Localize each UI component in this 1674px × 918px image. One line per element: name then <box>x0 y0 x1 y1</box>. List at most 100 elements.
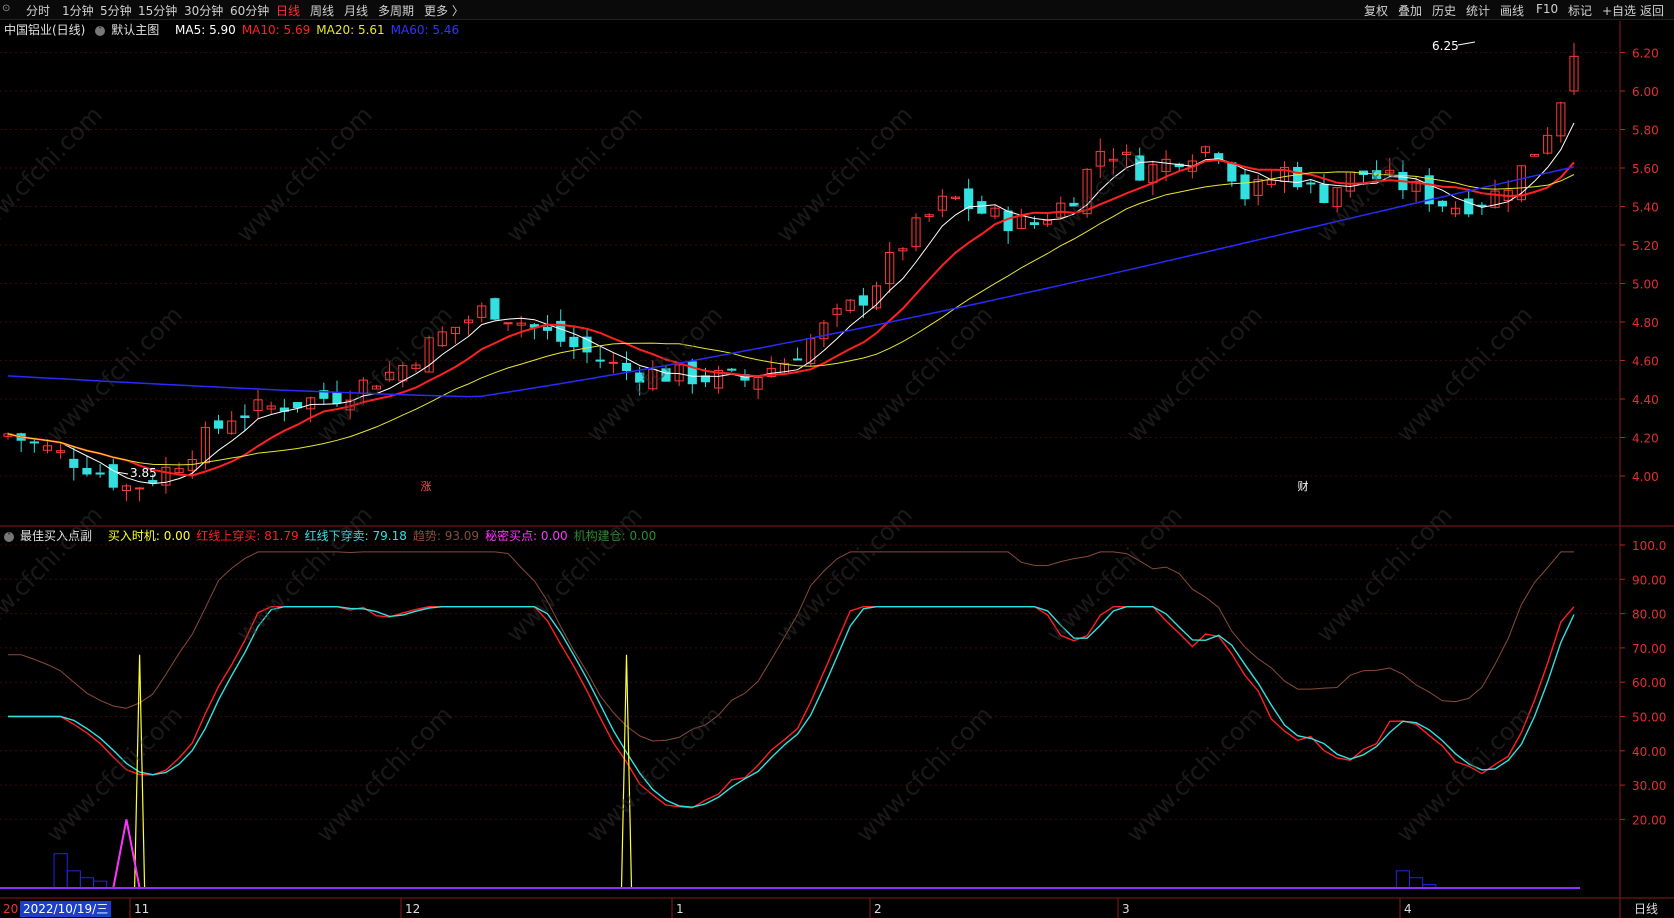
candle-body <box>1293 166 1303 188</box>
cursor-date: 2022/10/19/三 <box>20 901 112 917</box>
candle-body <box>306 397 316 410</box>
template-label: 默认主图 <box>111 23 160 37</box>
menu-icon[interactable]: ⊙ <box>2 3 14 15</box>
candle-body <box>345 399 355 411</box>
tab-7[interactable]: 周线 <box>310 2 334 19</box>
tab-8[interactable]: 月线 <box>344 2 368 19</box>
watermark: www.cfchi.com <box>1391 301 1538 448</box>
month-label: 4 <box>1404 902 1412 916</box>
stock-name: 中国铝业(日线) <box>4 23 86 37</box>
candle-body <box>1029 222 1040 226</box>
candle-body <box>1121 151 1132 155</box>
candle-body <box>898 248 908 252</box>
candle-body <box>95 472 105 475</box>
tab-0[interactable]: 分时 <box>26 2 50 19</box>
buy-spike <box>620 654 633 889</box>
tab-4[interactable]: 30分钟 <box>184 2 223 19</box>
tool-tab-8[interactable]: 返回 <box>1640 2 1664 19</box>
ma-label-2: MA20: 5.61 <box>316 23 385 37</box>
candle-body <box>832 308 842 315</box>
candle-body <box>1174 163 1184 168</box>
watermark: www.cfchi.com <box>1391 701 1538 848</box>
tab-1[interactable]: 1分钟 <box>62 2 94 19</box>
candle-body <box>42 445 53 451</box>
price-tick-label: 5.80 <box>1632 124 1659 138</box>
tool-tab-6[interactable]: 标记 <box>1568 2 1592 19</box>
watermark: www.cfchi.com <box>1041 501 1188 648</box>
candle-body <box>1385 169 1395 174</box>
ma20-line <box>7 171 1575 466</box>
ma60-line <box>7 166 1575 398</box>
candle-body <box>1214 153 1224 161</box>
tool-tab-0[interactable]: 复权 <box>1364 2 1388 19</box>
watermark: www.cfchi.com <box>851 301 998 448</box>
candle-body <box>1529 153 1540 157</box>
candle-body <box>727 368 737 371</box>
candle-body <box>1372 170 1382 180</box>
ma5-line <box>7 122 1575 485</box>
watermark: www.cfchi.com <box>1311 501 1458 648</box>
candle-body <box>266 405 276 410</box>
candle-body <box>279 407 289 412</box>
watermark: www.cfchi.com <box>0 101 108 248</box>
candle-body <box>779 362 789 375</box>
candle-body <box>977 201 987 214</box>
candle-body <box>911 217 921 248</box>
tool-tab-5[interactable]: F10 <box>1536 2 1558 16</box>
candle-body <box>1503 189 1513 201</box>
candle-body <box>371 385 382 390</box>
candle-body <box>187 458 197 471</box>
watermark: www.cfchi.com <box>41 301 188 448</box>
watermark: www.cfchi.com <box>771 101 918 248</box>
tool-tab-1[interactable]: 叠加 <box>1398 2 1422 19</box>
kline-chart[interactable]: 6.20 6.00 5.80 5.60 5.40 5.20 5.00 4.80 4.60 4.40… <box>0 0 1674 918</box>
tab-2[interactable]: 5分钟 <box>100 2 132 19</box>
ind-tick-label: 60.00 <box>1632 676 1666 690</box>
candle-body <box>1411 181 1421 192</box>
period-toolbar: ⊙ 分时 1分钟 5分钟 15分钟 30分钟 60分钟 日线 周线 月线 多周期 更多 〉 复权 叠加… <box>0 0 1674 20</box>
tab-10[interactable]: 更多 〉 <box>424 2 464 19</box>
candle-body <box>950 196 961 199</box>
candle-body <box>424 337 434 373</box>
tool-tab-2[interactable]: 历史 <box>1432 2 1456 19</box>
tab-6[interactable]: 日线 <box>276 2 300 19</box>
candle-body <box>292 402 303 409</box>
institution-bar <box>79 877 95 889</box>
price-tick-label: 5.40 <box>1632 201 1659 215</box>
candle-body <box>450 326 461 335</box>
candle-body <box>161 466 171 486</box>
candle-body <box>1227 162 1237 182</box>
candle-body <box>1043 219 1053 225</box>
institution-bar <box>53 853 68 889</box>
template-selector[interactable]: ˅ 默认主图 <box>95 23 165 37</box>
tool-tab-4[interactable]: 画线 <box>1500 2 1524 19</box>
buy-spike <box>133 654 146 889</box>
watermark: www.cfchi.com <box>311 701 458 848</box>
candle-body <box>240 415 250 419</box>
chevron-down-icon: ˅ <box>4 531 14 542</box>
price-tick-label: 4.60 <box>1632 355 1659 369</box>
candle-body <box>1003 210 1013 232</box>
candle-body <box>1569 55 1579 92</box>
watermark: www.cfchi.com <box>0 501 108 648</box>
month-label: 12 <box>405 902 420 916</box>
tool-tab-7[interactable]: +自选 <box>1602 2 1636 19</box>
indicator-selector[interactable]: ˅ 最佳买入点副 <box>4 529 98 543</box>
candle-body <box>1056 202 1066 218</box>
candle-body <box>793 358 803 361</box>
tab-9[interactable]: 多周期 <box>378 2 414 19</box>
tab-5[interactable]: 60分钟 <box>230 2 269 19</box>
candle-body <box>740 374 750 381</box>
candle-body <box>1319 183 1329 203</box>
candle-body <box>1516 165 1526 201</box>
watermark: www.cfchi.com <box>311 301 458 448</box>
ma-label-0: MA5: 5.90 <box>175 23 236 37</box>
tab-3[interactable]: 15分钟 <box>138 2 177 19</box>
candle-body <box>1016 215 1026 229</box>
institution-bar <box>66 870 81 889</box>
candle-body <box>477 305 487 318</box>
candle-body <box>253 399 263 412</box>
indicator-header: ˅ 最佳买入点副 买入时机: 0.00 红线上穿买: 81.79 红线下穿卖: 79.… <box>4 527 668 543</box>
tool-tab-3[interactable]: 统计 <box>1466 2 1490 19</box>
candle-body <box>582 336 592 353</box>
